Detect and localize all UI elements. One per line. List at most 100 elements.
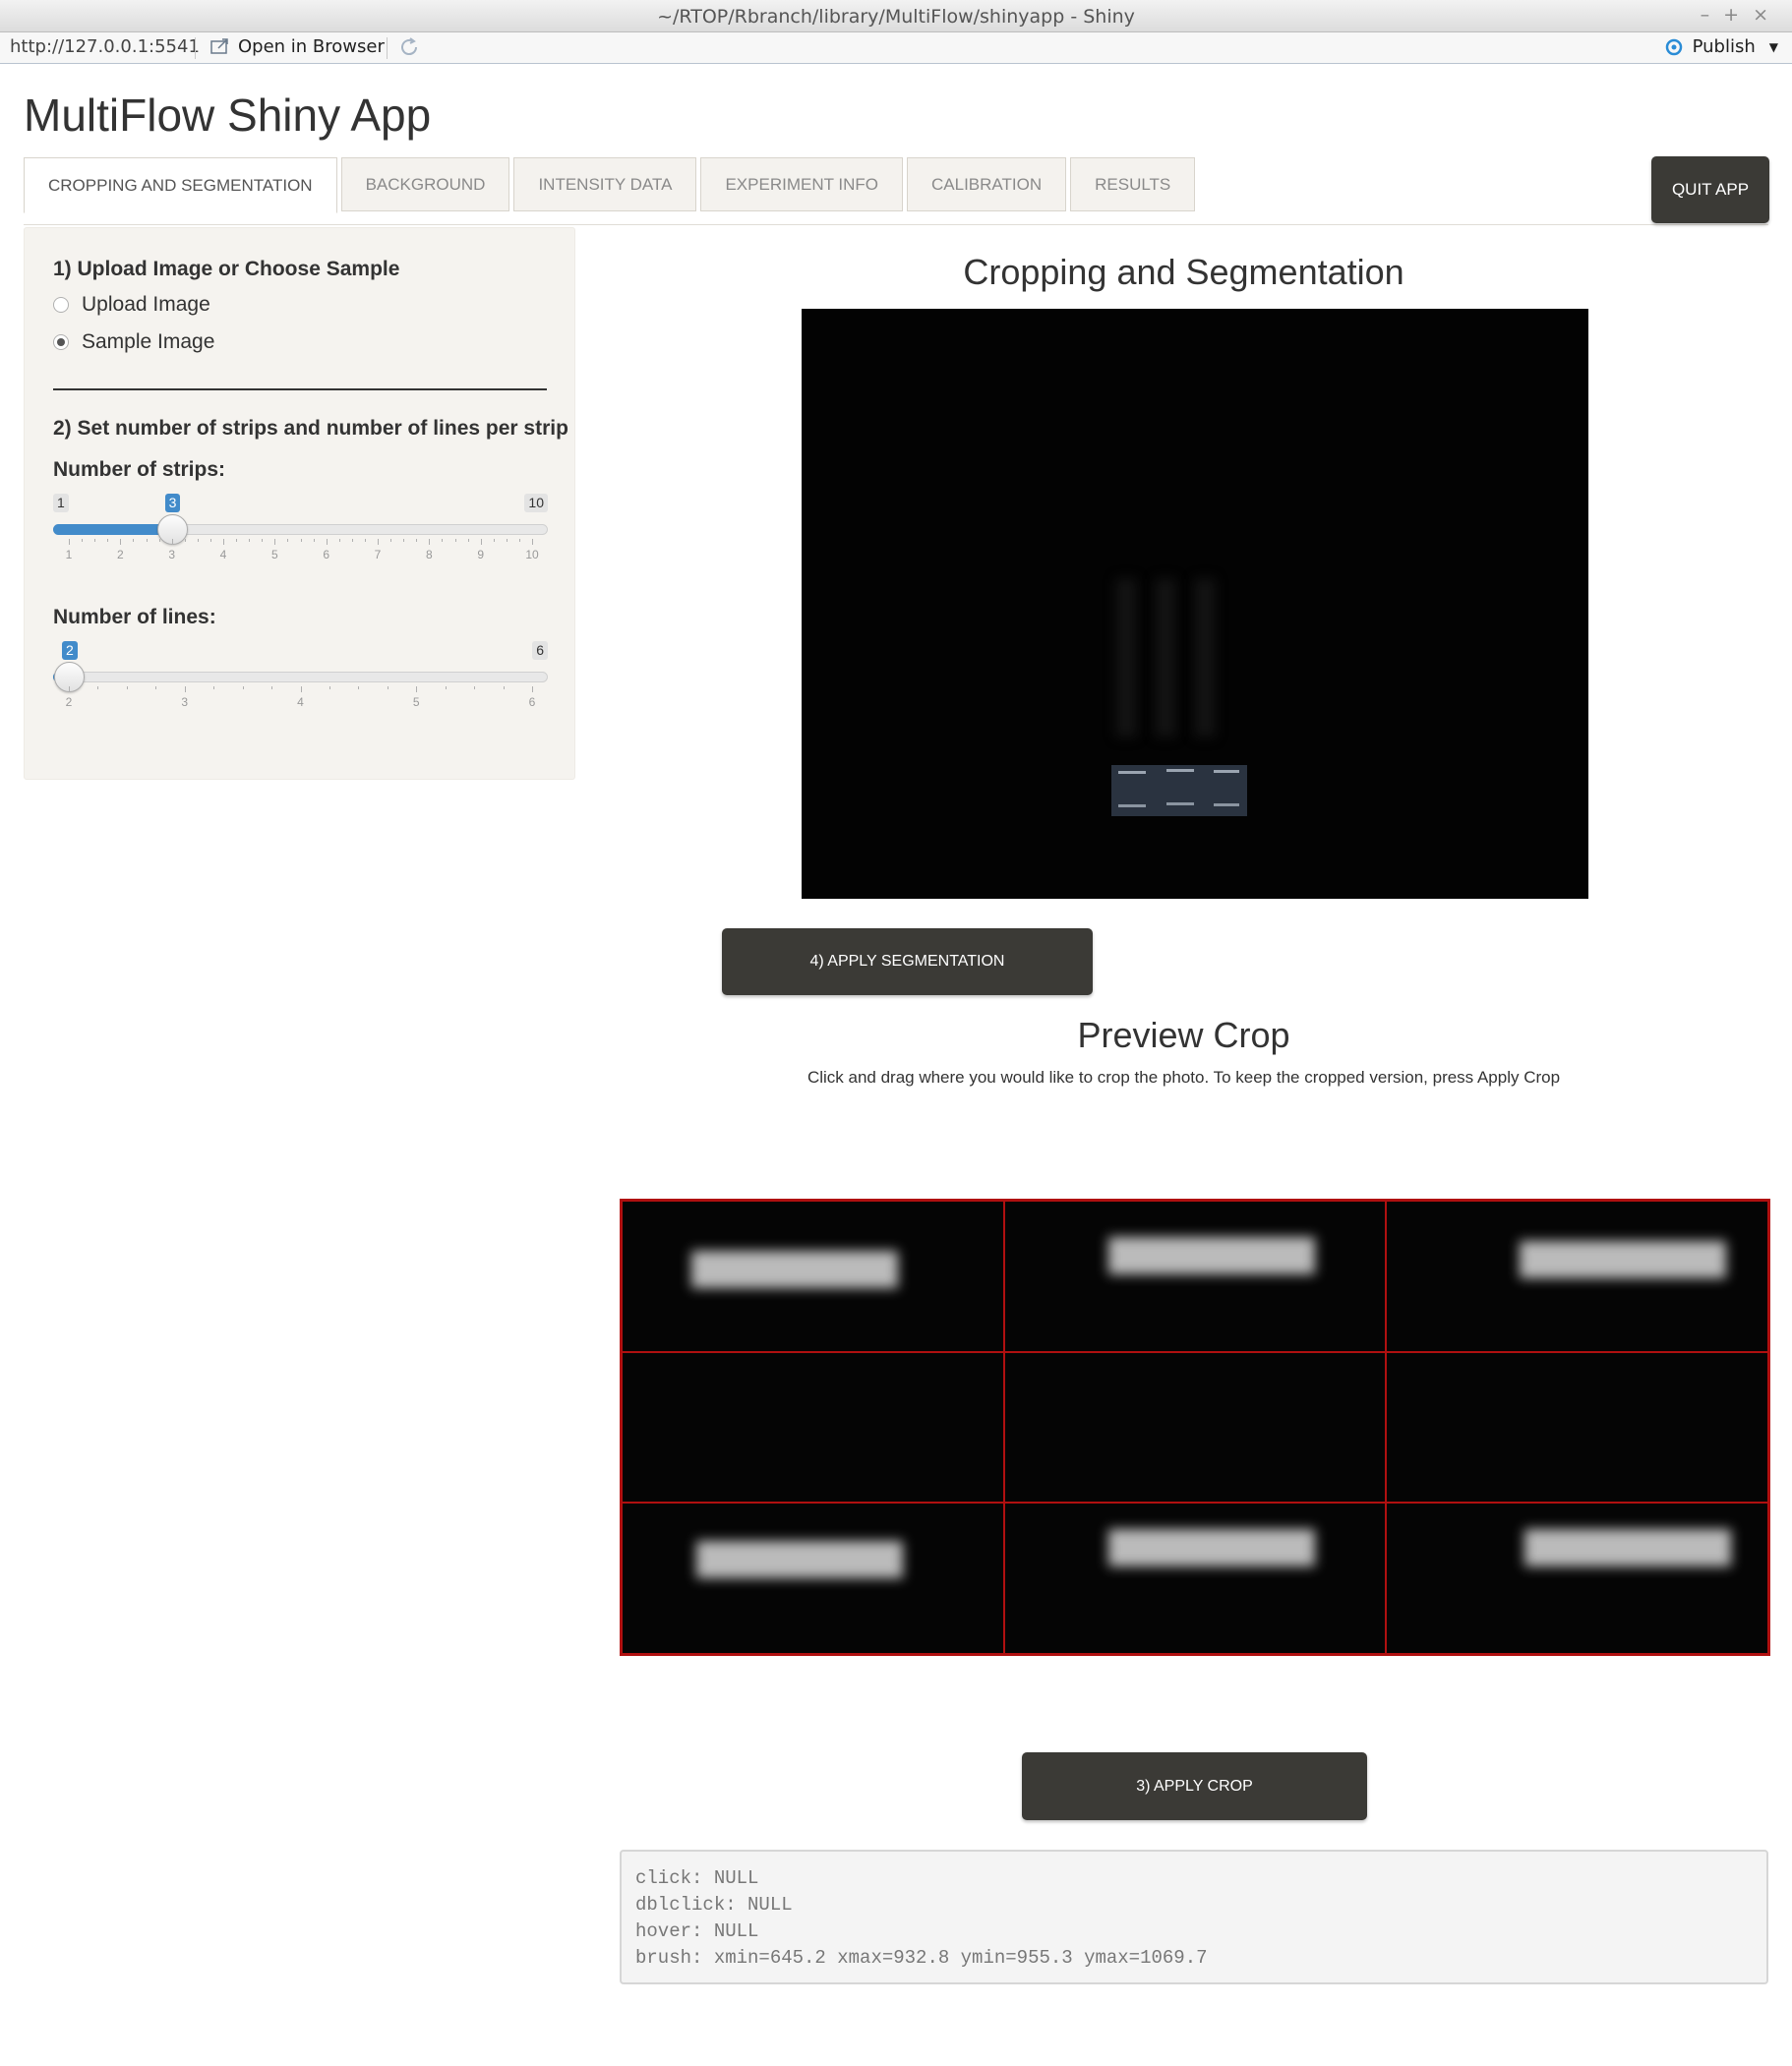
segmentation-image[interactable] [802,309,1588,899]
slider-tick-label: 4 [297,695,304,709]
grid-cell [622,1503,1004,1654]
slider-minor-tick [442,539,444,542]
open-browser-icon [210,37,228,54]
slider-tick [120,539,122,545]
radio-label: Sample Image [82,330,215,353]
slider-minor-tick [364,539,366,542]
slider-tick [300,686,302,692]
refresh-icon[interactable] [397,35,421,59]
open-in-browser-label: Open in Browser [238,36,385,57]
slider-minor-tick [146,539,148,542]
grid-cell [622,1351,1004,1504]
tab-results[interactable]: RESULTS [1070,157,1196,211]
tab-experiment-info[interactable]: EXPERIMENT INFO [700,157,904,211]
slider-tick-label: 9 [477,548,484,561]
slider-tick-label: 3 [168,548,175,561]
chevron-down-icon[interactable]: ▼ [1769,40,1778,54]
slider-minor-tick [133,539,135,542]
band-blur [1107,1529,1315,1567]
tab-intensity-data[interactable]: INTENSITY DATA [513,157,697,211]
minimize-icon[interactable]: – [1701,4,1724,26]
console-line: hover: NULL [635,1920,759,1942]
radio-button[interactable] [53,297,69,313]
slider-minor-tick [236,539,238,542]
slider-minor-tick [155,686,157,689]
slider-tick-label: 4 [219,548,227,561]
slider-tick [480,539,482,545]
step1-heading: 1) Upload Image or Choose Sample [53,258,400,280]
grid-cell [1003,1503,1387,1654]
slider-minor-tick [390,539,392,542]
radio-upload-image[interactable]: Upload Image [53,293,210,317]
slider-minor-tick [416,539,418,542]
slider-track[interactable] [53,672,548,682]
publish-label: Publish [1692,36,1756,57]
preview-crop-title: Preview Crop [1077,1015,1290,1055]
slider-value-label: 3 [164,494,181,512]
band-blur [1107,1237,1315,1274]
slider-minor-tick [503,686,505,689]
slider-tick [223,539,224,545]
slider-minor-tick [209,539,211,542]
open-in-browser-button[interactable]: Open in Browser [209,36,385,57]
apply-segmentation-button[interactable]: 4) APPLY SEGMENTATION [722,928,1093,995]
toolbar-divider [387,37,388,59]
strips-label: Number of strips: [53,458,226,481]
slider-tick-label: 2 [65,695,73,709]
tab-cropping-and-segmentation[interactable]: CROPPING AND SEGMENTATION [24,157,337,213]
band-mark [1214,770,1239,773]
tab-bar: CROPPING AND SEGMENTATION BACKGROUND INT… [24,155,1196,225]
slider-minor-tick [184,539,186,542]
grid-cell [1003,1351,1387,1504]
slider-minor-tick [518,539,520,542]
tab-background[interactable]: BACKGROUND [340,157,510,211]
radio-sample-image[interactable]: Sample Image [53,330,214,354]
slider-minor-tick [126,686,128,689]
slider-tick-label: 7 [374,548,382,561]
slider-tick-label: 2 [116,548,124,561]
strip-cluster [1111,765,1247,816]
tab-calibration[interactable]: CALIBRATION [907,157,1067,211]
slider-fill [53,524,172,535]
slider-minor-tick [506,539,508,542]
maximize-icon[interactable]: + [1723,4,1753,26]
apply-crop-button[interactable]: 3) APPLY CROP [1022,1752,1367,1820]
lines-slider[interactable]: 2 6 2 23456 [53,641,548,710]
slider-tick-label: 10 [525,548,539,561]
window-controls[interactable]: –+× [1701,4,1782,26]
slider-tick [69,539,70,545]
step2-heading: 2) Set number of strips and number of li… [53,417,568,440]
publish-button[interactable]: Publish ▼ [1663,36,1778,57]
grid-cell [622,1201,1004,1352]
url-display: http://127.0.0.1:5541 [10,36,200,57]
crop-preview-grid[interactable] [620,1199,1770,1656]
radio-button-checked[interactable] [53,334,69,350]
quit-app-button[interactable]: QUIT APP [1651,156,1769,223]
slider-minor-tick [313,539,315,542]
slider-tick [532,686,533,692]
slider-minor-tick [403,539,405,542]
slider-minor-tick [94,539,96,542]
slider-minor-tick [271,686,273,689]
window-titlebar: ~/RTOP/Rbranch/library/MultiFlow/shinyap… [0,0,1792,32]
toolbar-divider [195,37,196,59]
slider-minor-tick [158,539,160,542]
slider-tick-label: 8 [425,548,433,561]
close-icon[interactable]: × [1753,4,1782,26]
slider-tick-label: 1 [65,548,73,561]
window-title: ~/RTOP/Rbranch/library/MultiFlow/shinyap… [657,6,1135,28]
sidebar-panel: 1) Upload Image or Choose Sample Upload … [24,227,575,780]
band-mark [1118,771,1146,774]
strips-slider[interactable]: 1 10 3 1 2 3 4 5 6 7 8 9 10 [53,494,548,562]
slider-tick [171,539,173,545]
slider-minor-tick [262,539,264,542]
grid-cell [1003,1201,1387,1352]
slider-max-label: 6 [532,641,548,660]
slider-minor-tick [493,539,495,542]
slider-minor-tick [358,686,360,689]
band-mark [1166,769,1194,772]
strip-shadow [1116,579,1136,737]
slider-tick-label: 3 [181,695,189,709]
lines-label: Number of lines: [53,606,216,628]
grid-cell [1386,1201,1768,1352]
